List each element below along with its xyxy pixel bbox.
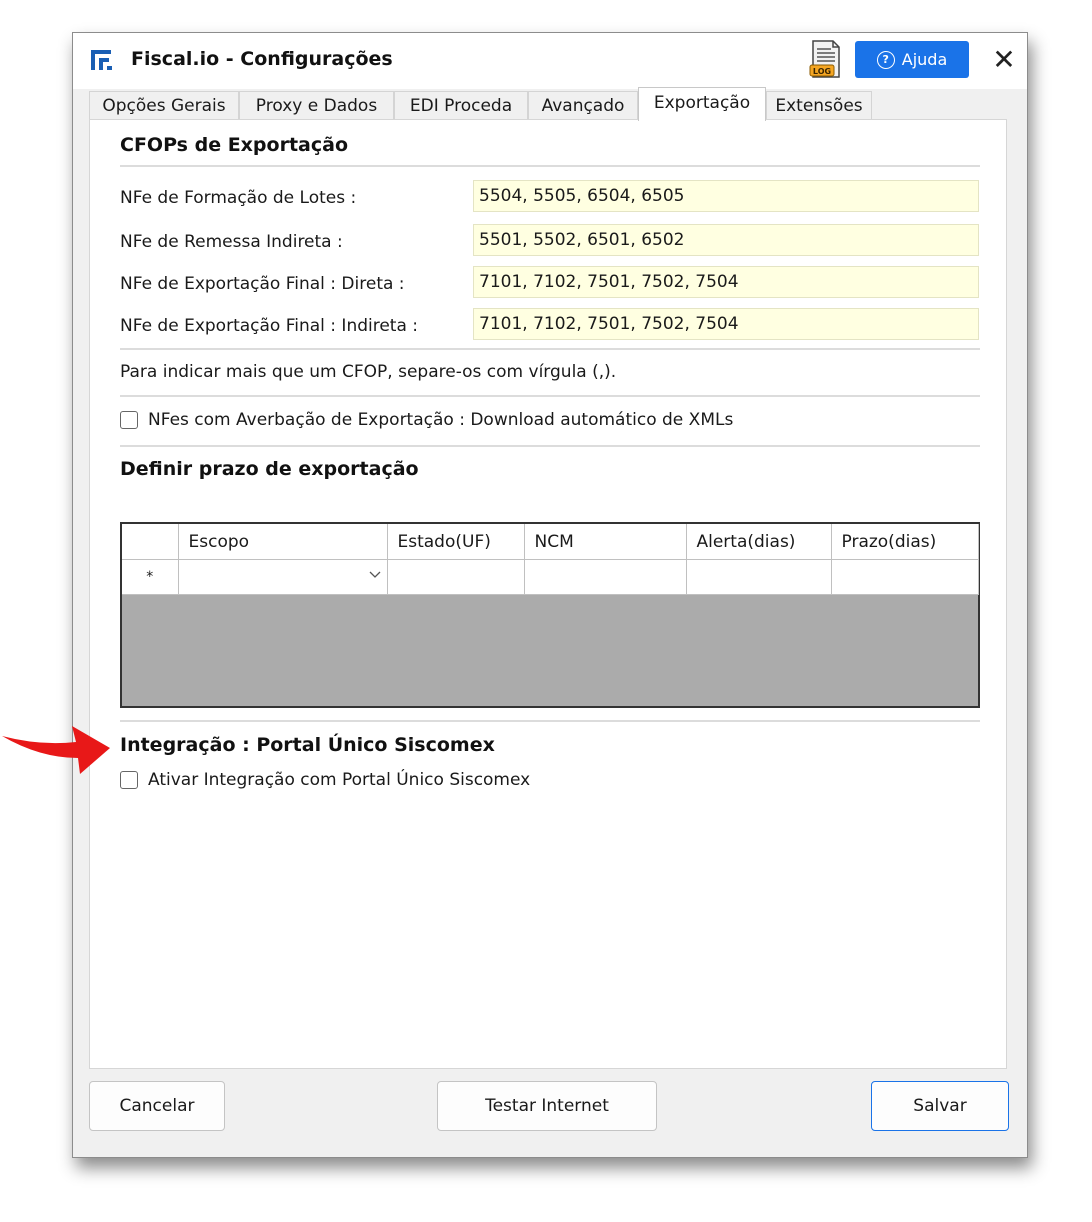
cancel-button[interactable]: Cancelar bbox=[89, 1081, 225, 1131]
formacao-lotes-input[interactable] bbox=[473, 180, 979, 212]
question-circle-icon: ? bbox=[876, 50, 895, 69]
help-button-label: Ajuda bbox=[901, 50, 948, 69]
integracao-checkbox-row[interactable]: Ativar Integração com Portal Único Sisco… bbox=[120, 770, 530, 790]
integracao-section-title: Integração : Portal Único Siscomex bbox=[120, 734, 495, 756]
tab-bar: Opções Gerais Proxy e Dados EDI Proceda … bbox=[89, 87, 1019, 121]
row-header-corner bbox=[122, 524, 179, 560]
tab-avancado[interactable]: Avançado bbox=[528, 91, 638, 119]
exportacao-direta-input[interactable] bbox=[473, 266, 979, 298]
log-file-icon[interactable]: LOG bbox=[807, 39, 845, 79]
estado-cell[interactable] bbox=[387, 559, 525, 595]
save-button[interactable]: Salvar bbox=[871, 1081, 1009, 1131]
exportacao-direta-label: NFe de Exportação Final : Direta : bbox=[120, 274, 405, 294]
divider bbox=[120, 720, 980, 722]
column-header-escopo[interactable]: Escopo bbox=[178, 524, 388, 560]
prazo-grid[interactable]: Escopo Estado(UF) NCM Alerta(dias) Prazo… bbox=[120, 522, 980, 708]
divider bbox=[120, 395, 980, 397]
tab-opcoes-gerais[interactable]: Opções Gerais bbox=[89, 91, 239, 119]
prazo-section-title: Definir prazo de exportação bbox=[120, 458, 419, 480]
formacao-lotes-label: NFe de Formação de Lotes : bbox=[120, 188, 357, 208]
test-internet-button[interactable]: Testar Internet bbox=[437, 1081, 657, 1131]
ncm-cell[interactable] bbox=[524, 559, 687, 595]
fiscalio-logo-icon bbox=[91, 50, 112, 70]
averbacao-checkbox-label: NFes com Averbação de Exportação : Downl… bbox=[148, 410, 734, 430]
divider bbox=[120, 445, 980, 447]
remessa-indireta-input[interactable] bbox=[473, 224, 979, 256]
integracao-checkbox-label: Ativar Integração com Portal Único Sisco… bbox=[148, 770, 531, 790]
divider bbox=[120, 165, 980, 167]
chevron-down-icon[interactable] bbox=[369, 568, 381, 580]
title-bar: Fiscal.io - Configurações LOG ? Ajuda ✕ bbox=[73, 33, 1027, 89]
alerta-cell[interactable] bbox=[686, 559, 832, 595]
cfop-hint-text: Para indicar mais que um CFOP, separe-os… bbox=[120, 362, 617, 382]
tab-extensoes[interactable]: Extensões bbox=[766, 91, 872, 119]
red-arrow-icon bbox=[2, 726, 110, 774]
column-header-prazo[interactable]: Prazo(dias) bbox=[831, 524, 979, 560]
cfop-section-title: CFOPs de Exportação bbox=[120, 134, 348, 156]
tab-edi-proceda[interactable]: EDI Proceda bbox=[394, 91, 528, 119]
window-title: Fiscal.io - Configurações bbox=[131, 48, 393, 70]
close-icon[interactable]: ✕ bbox=[989, 43, 1019, 77]
divider bbox=[120, 348, 980, 350]
table-row-new: * bbox=[122, 559, 979, 595]
exportacao-indireta-input[interactable] bbox=[473, 308, 979, 340]
column-header-estado[interactable]: Estado(UF) bbox=[387, 524, 525, 560]
tab-proxy-dados[interactable]: Proxy e Dados bbox=[239, 91, 394, 119]
table-header-row: Escopo Estado(UF) NCM Alerta(dias) Prazo… bbox=[122, 524, 979, 560]
help-button[interactable]: ? Ajuda bbox=[855, 41, 969, 78]
column-header-ncm[interactable]: NCM bbox=[524, 524, 687, 560]
integracao-checkbox[interactable] bbox=[120, 771, 138, 789]
prazo-cell[interactable] bbox=[831, 559, 979, 595]
remessa-indireta-label: NFe de Remessa Indireta : bbox=[120, 232, 343, 252]
tab-exportacao[interactable]: Exportação bbox=[638, 87, 766, 121]
settings-window: Fiscal.io - Configurações LOG ? Ajuda ✕ … bbox=[72, 32, 1028, 1158]
prazo-table: Escopo Estado(UF) NCM Alerta(dias) Prazo… bbox=[122, 524, 979, 595]
log-icon-text: LOG bbox=[813, 67, 831, 76]
averbacao-checkbox-row[interactable]: NFes com Averbação de Exportação : Downl… bbox=[120, 410, 733, 430]
averbacao-checkbox[interactable] bbox=[120, 411, 138, 429]
column-header-alerta[interactable]: Alerta(dias) bbox=[686, 524, 832, 560]
new-row-marker: * bbox=[122, 559, 179, 595]
exportacao-indireta-label: NFe de Exportação Final : Indireta : bbox=[120, 316, 419, 336]
exportacao-panel: CFOPs de Exportação NFe de Formação de L… bbox=[89, 119, 1007, 1069]
escopo-combo-cell[interactable] bbox=[178, 559, 388, 595]
